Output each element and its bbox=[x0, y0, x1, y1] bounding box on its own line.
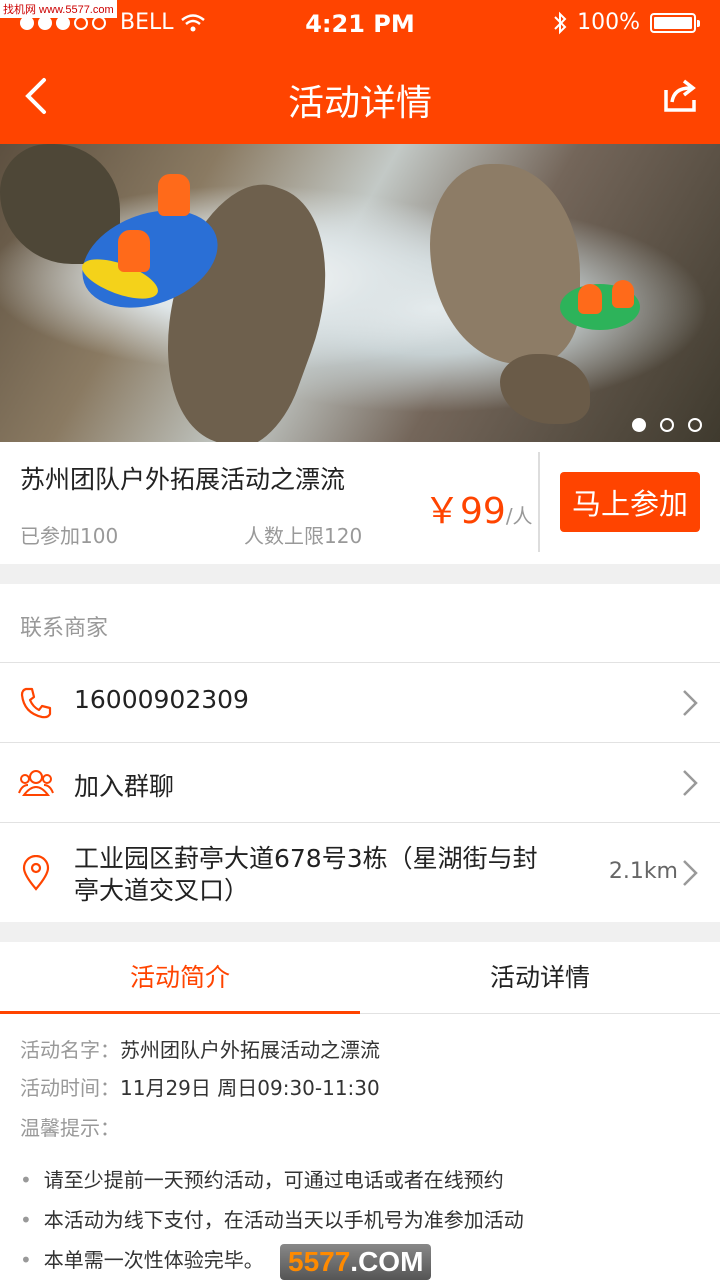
phone-row[interactable]: 16000902309 bbox=[0, 662, 720, 742]
address-row[interactable]: 工业园区葑亭大道678号3栋（星湖街与封 亭大道交叉口） 2.1km bbox=[0, 822, 720, 922]
page-title: 活动详情 bbox=[287, 83, 432, 124]
contact-merchant-section: 联系商家 16000902309 加入群聊 工业园区葑亭大道678号3栋（星湖街… bbox=[0, 584, 720, 922]
share-icon[interactable] bbox=[660, 76, 700, 116]
battery-percent: 100% bbox=[577, 10, 640, 35]
group-chat-row[interactable]: 加入群聊 bbox=[0, 742, 720, 822]
pager-dot[interactable] bbox=[660, 418, 674, 432]
chevron-right-icon bbox=[683, 770, 698, 796]
intro-name-label: 活动名字： bbox=[20, 1038, 120, 1062]
detail-tabs: 活动简介 活动详情 bbox=[0, 942, 720, 1014]
phone-icon bbox=[20, 687, 52, 719]
battery-icon bbox=[650, 12, 700, 33]
intro-tips-label: 温馨提示： bbox=[20, 1116, 120, 1140]
intro-time-line: 活动时间：11月29日 周日09:30-11:30 bbox=[20, 1072, 380, 1101]
section-header: 联系商家 bbox=[20, 616, 109, 641]
intro-name-line: 活动名字：苏州团队户外拓展活动之漂流 bbox=[20, 1034, 380, 1063]
intro-time-value: 11月29日 周日09:30-11:30 bbox=[120, 1076, 380, 1100]
intro-content: 活动名字：苏州团队户外拓展活动之漂流 活动时间：11月29日 周日09:30-1… bbox=[0, 1014, 720, 1280]
watermark-suffix: .COM bbox=[350, 1246, 424, 1277]
pager-dot[interactable] bbox=[688, 418, 702, 432]
activity-info: 苏州团队户外拓展活动之漂流 已参加100 人数上限120 ￥99/人 马上参加 bbox=[0, 442, 720, 564]
banner-pager bbox=[632, 418, 702, 432]
chevron-right-icon bbox=[683, 690, 698, 716]
status-right: 100% bbox=[553, 10, 700, 35]
address-line-2: 亭大道交叉口） bbox=[74, 876, 250, 905]
tip-item: 本单需一次性体验完毕。 bbox=[20, 1244, 264, 1273]
divider bbox=[538, 452, 540, 552]
joined-count: 已参加100 bbox=[20, 524, 119, 548]
price: ￥99/人 bbox=[424, 482, 533, 534]
intro-name-value: 苏州团队户外拓展活动之漂流 bbox=[120, 1038, 380, 1062]
distance: 2.1km bbox=[608, 859, 678, 884]
watermark-top: 找机网 www.5577.com bbox=[0, 0, 117, 18]
watermark-num: 5577 bbox=[288, 1246, 351, 1277]
address-line-1: 工业园区葑亭大道678号3栋（星湖街与封 bbox=[74, 844, 538, 873]
tip-item: 请至少提前一天预约活动，可通过电话或者在线预约 bbox=[20, 1164, 504, 1193]
tab-details[interactable]: 活动详情 bbox=[360, 942, 720, 1014]
join-now-button[interactable]: 马上参加 bbox=[560, 472, 700, 532]
participant-limit: 人数上限120 bbox=[244, 524, 363, 548]
location-pin-icon bbox=[22, 855, 50, 891]
group-icon bbox=[18, 770, 54, 796]
tab-intro[interactable]: 活动简介 bbox=[0, 942, 360, 1014]
nav-bar: 活动详情 bbox=[0, 48, 720, 144]
price-unit: /人 bbox=[505, 504, 533, 528]
chevron-right-icon bbox=[683, 860, 698, 886]
pager-dot-active[interactable] bbox=[632, 418, 646, 432]
bluetooth-icon bbox=[554, 11, 567, 34]
activity-name: 苏州团队户外拓展活动之漂流 bbox=[20, 465, 346, 494]
intro-time-label: 活动时间： bbox=[20, 1076, 120, 1100]
watermark-logo: 5577.COM bbox=[280, 1244, 432, 1280]
price-value: ￥99 bbox=[424, 491, 506, 532]
status-bar: BELL 4:21 PM 100% 找机网 www.5577.com bbox=[0, 0, 720, 48]
phone-number: 16000902309 bbox=[74, 685, 249, 714]
tip-item: 本活动为线下支付，在活动当天以手机号为准参加活动 bbox=[20, 1204, 524, 1233]
activity-banner-image[interactable] bbox=[0, 144, 720, 442]
intro-tips-line: 温馨提示： bbox=[20, 1112, 120, 1141]
group-chat-label: 加入群聊 bbox=[74, 772, 175, 801]
address-text: 工业园区葑亭大道678号3栋（星湖街与封 亭大道交叉口） bbox=[74, 843, 574, 907]
